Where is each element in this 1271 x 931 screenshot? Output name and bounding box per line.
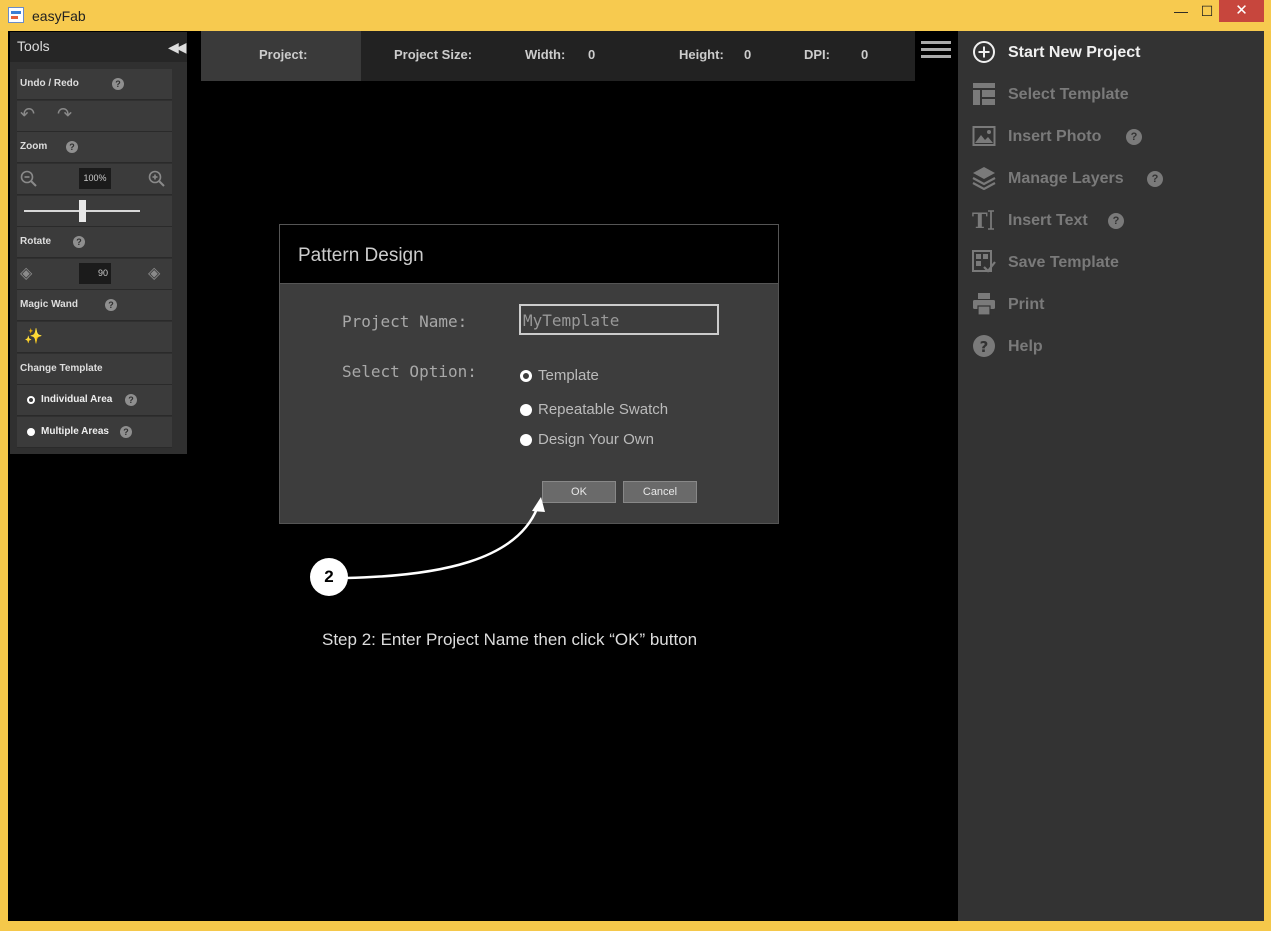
menu-insert-photo[interactable]: Insert Photo ?: [972, 124, 1252, 152]
dpi-value: 0: [861, 47, 869, 62]
menu-label: Save Template: [1008, 254, 1119, 271]
insert-text-help-icon[interactable]: ?: [1108, 213, 1124, 229]
menu-print[interactable]: Print: [972, 292, 1252, 320]
step-instruction-text: Step 2: Enter Project Name then click “O…: [322, 630, 698, 649]
svg-text:T: T: [972, 208, 988, 232]
template-layout-icon: [973, 83, 995, 105]
menu-label: Manage Layers: [1008, 170, 1124, 187]
app-icon: [8, 7, 24, 23]
save-template-icon: [972, 250, 996, 273]
menu-save-template[interactable]: Save Template: [972, 250, 1252, 278]
maximize-button[interactable]: ☐: [1192, 0, 1222, 22]
text-cursor-icon: T: [972, 208, 994, 232]
menu-label: Help: [1008, 338, 1043, 355]
window-titlebar: easyFab — ☐ ✕: [0, 0, 1271, 31]
callout-arrow: [345, 497, 545, 580]
photo-icon: [972, 126, 996, 146]
printer-icon: [973, 293, 995, 316]
menu-label: Print: [1008, 296, 1045, 313]
menu-manage-layers[interactable]: Manage Layers ?: [972, 166, 1252, 194]
window-title: easyFab: [32, 8, 86, 24]
plus-circle-icon: [973, 41, 995, 63]
height-label: Height:: [679, 47, 724, 62]
insert-photo-help-icon[interactable]: ?: [1126, 129, 1142, 145]
menu-select-template[interactable]: Select Template: [972, 82, 1252, 110]
main-menu-panel: Start New Project Select Template Insert…: [958, 31, 1264, 921]
layers-icon: [972, 167, 996, 190]
hamburger-menu-icon[interactable]: [921, 41, 951, 59]
menu-label: Insert Photo: [1008, 128, 1102, 145]
cancel-button[interactable]: Cancel: [623, 481, 697, 503]
dpi-label: DPI:: [804, 47, 830, 62]
manage-layers-help-icon[interactable]: ?: [1147, 171, 1163, 187]
menu-label: Start New Project: [1008, 44, 1141, 61]
menu-insert-text[interactable]: T Insert Text ?: [972, 208, 1252, 236]
height-value: 0: [744, 47, 752, 62]
svg-text:?: ?: [980, 338, 989, 356]
step-number-badge: 2: [310, 558, 348, 596]
menu-label: Select Template: [1008, 86, 1129, 103]
close-button[interactable]: ✕: [1219, 0, 1264, 22]
app-client-area: Tools ◀◀ Undo / Redo ? ↶ ↷ Zoom ? 100% R…: [8, 31, 1264, 921]
menu-label: Insert Text: [1008, 212, 1088, 229]
menu-help[interactable]: ? Help: [972, 334, 1252, 362]
help-circle-icon: ?: [973, 335, 995, 357]
menu-start-new-project[interactable]: Start New Project: [972, 40, 1252, 68]
